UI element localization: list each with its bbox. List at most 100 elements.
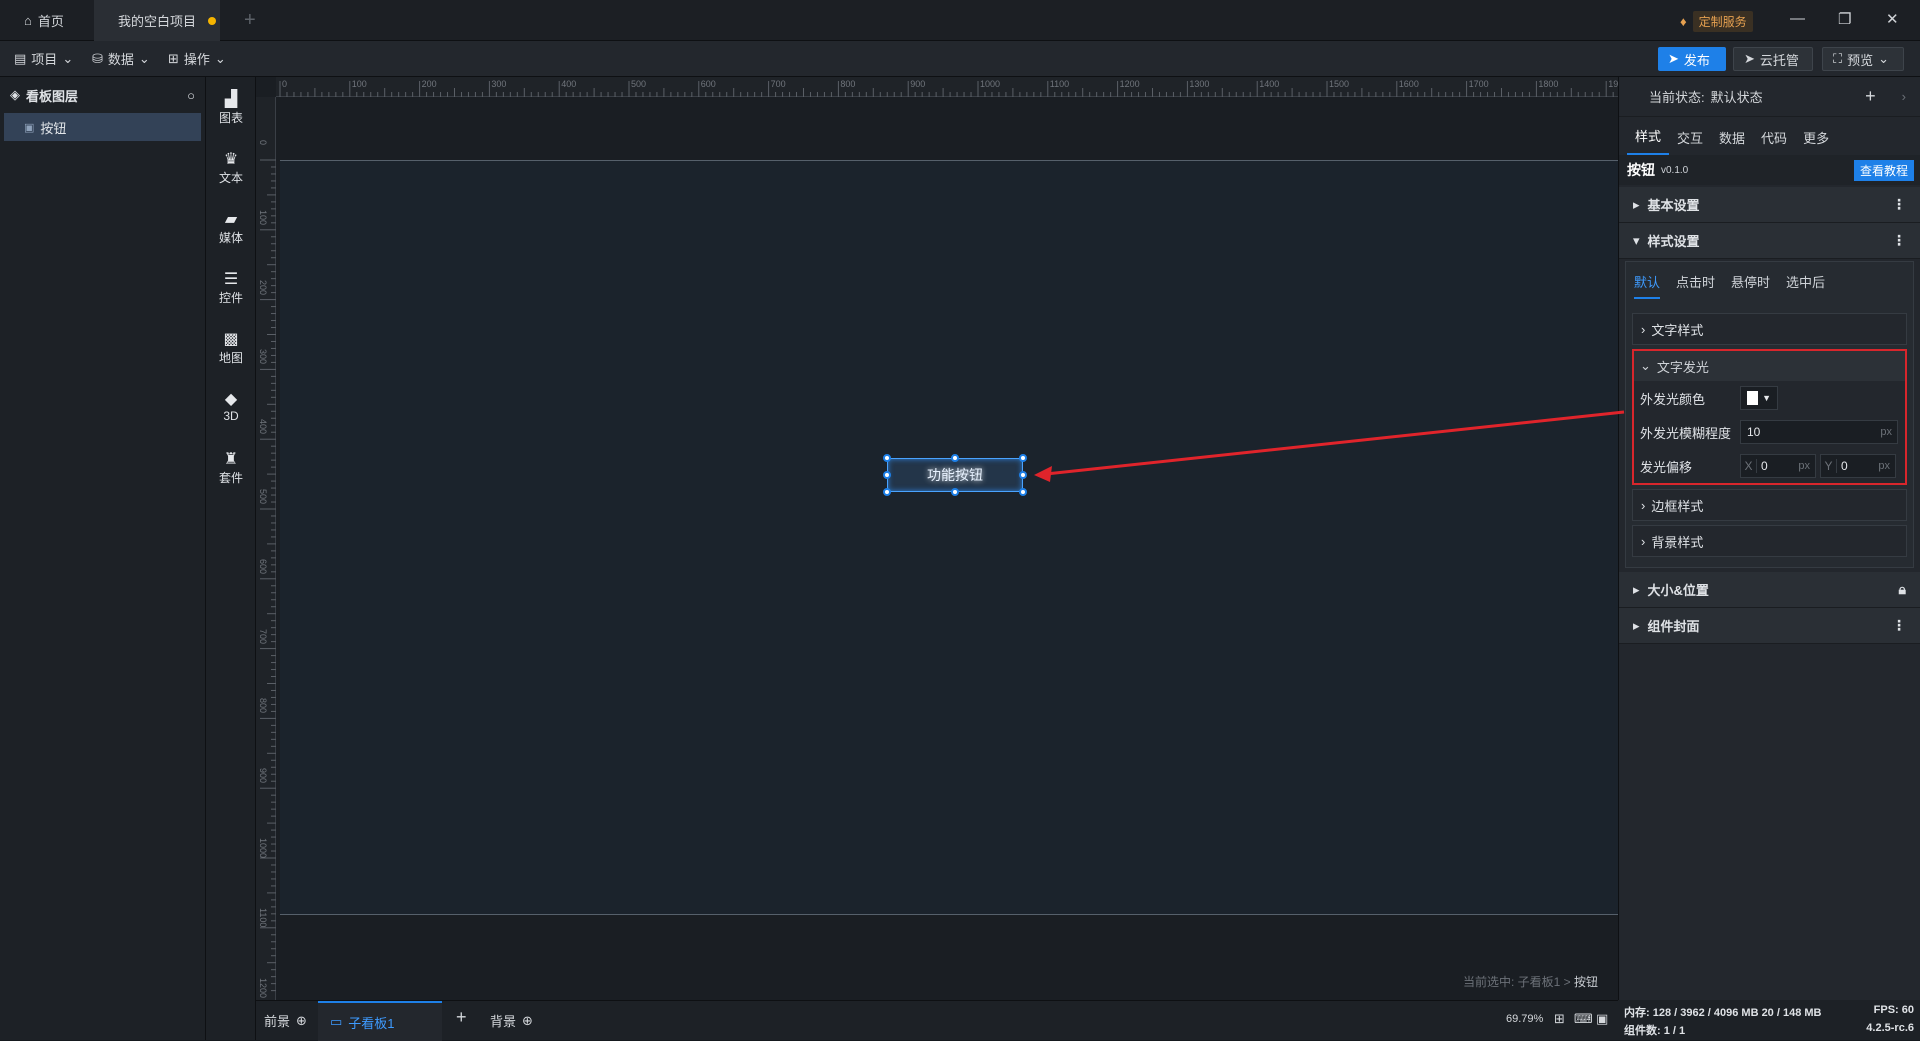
state-tab-hover[interactable]: 悬停时 — [1731, 272, 1770, 299]
sub-text-glow[interactable]: ⌄ 文字发光 — [1634, 351, 1905, 381]
selected-function-button[interactable]: 功能按钮 — [887, 458, 1023, 492]
ruler-top-label: 700 — [770, 79, 786, 89]
properties-panel: 当前状态: 默认状态 + › 样式 交互 数据 代码 更多 按钮 v0.1.0 … — [1618, 77, 1920, 1000]
rail-item-text[interactable]: ♛ 文本 — [206, 151, 256, 186]
lock-icon[interactable]: 🔒︎ — [1899, 581, 1906, 598]
search-icon[interactable]: ○ — [187, 88, 195, 103]
sub-bg-style[interactable]: › 背景样式 — [1632, 525, 1907, 557]
ruler-left-label: 700 — [258, 628, 268, 644]
more-vertical-icon[interactable]: ⋮ — [1892, 232, 1906, 249]
rail-item-kit[interactable]: ♜ 套件 — [206, 451, 256, 486]
add-board-icon[interactable]: + — [456, 1007, 467, 1028]
resize-handle[interactable] — [951, 454, 959, 462]
resize-handle[interactable] — [883, 471, 891, 479]
section-basic-label: 基本设置 — [1647, 198, 1700, 213]
custom-service-button[interactable]: ♦ 定制服务 — [1680, 10, 1753, 32]
caret-right-icon: ▸ — [1633, 196, 1640, 212]
component-name: 按钮 — [1627, 162, 1655, 178]
section-style[interactable]: ▾ 样式设置 ⋮ — [1619, 223, 1920, 259]
more-vertical-icon[interactable]: ⋮ — [1892, 617, 1906, 634]
keyboard-icon[interactable]: ⌨ — [1574, 1011, 1593, 1027]
state-tab-selected[interactable]: 选中后 — [1786, 272, 1825, 299]
ruler-left-label: 100 — [258, 209, 268, 225]
resize-handle[interactable] — [951, 488, 959, 496]
sub-text-style[interactable]: › 文字样式 — [1632, 313, 1907, 345]
glow-color-row: 外发光颜色 ▼ — [1634, 381, 1905, 415]
layers-panel: ◈ 看板图层 ○ ▣ 按钮 — [0, 77, 206, 1040]
tab-style[interactable]: 样式 — [1627, 126, 1670, 155]
preview-button[interactable]: ⛶ 预览 ⌄ — [1822, 47, 1904, 71]
component-count: 组件数: 1 / 1 — [1624, 1025, 1686, 1037]
rail-item-chart[interactable]: ▟ 图表 — [206, 91, 256, 126]
section-basic[interactable]: ▸ 基本设置 ⋮ — [1619, 187, 1920, 223]
glow-offset-y-input[interactable]: Y 0 px — [1820, 454, 1896, 478]
toolbar: ▤ 项目 ⌄ ⛁ 数据 ⌄ ⊞ 操作 ⌄ ➤ 发布 ➤ 云托管 ⛶ 预览 ⌄ — [0, 41, 1920, 77]
menu-data[interactable]: ⛁ 数据 ⌄ — [92, 49, 150, 68]
rail-item-map[interactable]: ▩ 地图 — [206, 331, 256, 366]
menu-project[interactable]: ▤ 项目 ⌄ — [14, 49, 73, 68]
state-value[interactable]: 默认状态 — [1711, 87, 1763, 106]
resize-handle[interactable] — [883, 488, 891, 496]
resize-handle[interactable] — [1019, 471, 1027, 479]
state-tab-default[interactable]: 默认 — [1634, 272, 1661, 299]
rail-item-control[interactable]: ☰ 控件 — [206, 271, 256, 306]
resize-handle[interactable] — [1019, 454, 1027, 462]
chevron-right-icon: › — [1641, 321, 1646, 337]
add-circle-icon[interactable]: ⊕ — [296, 1013, 307, 1029]
glow-color-label: 外发光颜色 — [1640, 391, 1706, 407]
section-cover[interactable]: ▸ 组件封面 ⋮ — [1619, 608, 1920, 644]
section-cover-label: 组件封面 — [1647, 619, 1700, 634]
rail-item-media[interactable]: ▰ 媒体 — [206, 211, 256, 246]
tab-data[interactable]: 数据 — [1711, 128, 1753, 155]
tutorial-button[interactable]: 查看教程 — [1853, 160, 1914, 181]
section-size-position[interactable]: ▸ 大小&位置 🔒︎ — [1619, 572, 1920, 608]
title-bar: ⌂ 首页 我的空白项目 + ♦ 定制服务 — ❐ ✕ — [0, 0, 1920, 41]
layer-item-button[interactable]: ▣ 按钮 — [4, 113, 201, 141]
restore-icon[interactable]: ❐ — [1838, 10, 1851, 28]
tab-more[interactable]: 更多 — [1795, 128, 1837, 155]
resize-handle[interactable] — [1019, 488, 1027, 496]
tab-project[interactable]: 我的空白项目 — [94, 0, 220, 41]
cloud-host-button[interactable]: ➤ 云托管 — [1733, 47, 1813, 71]
rail-item-3d[interactable]: ◆ 3D — [206, 391, 256, 423]
ruler-left-label: 300 — [258, 349, 268, 365]
minimize-icon[interactable]: — — [1790, 10, 1805, 27]
add-circle-icon[interactable]: ⊕ — [522, 1013, 533, 1029]
tab-foreground[interactable]: 前景 ⊕ — [264, 1011, 307, 1030]
ruler-left-ticks — [260, 159, 276, 992]
glow-blur-label: 外发光模糊程度 — [1640, 425, 1732, 441]
tab-background[interactable]: 背景 ⊕ — [490, 1011, 533, 1030]
state-tab-click[interactable]: 点击时 — [1676, 272, 1715, 299]
sub-border-style[interactable]: › 边框样式 — [1632, 489, 1907, 521]
ruler-left-label: 1200 — [258, 977, 268, 998]
tab-home[interactable]: ⌂ 首页 — [24, 0, 94, 41]
board-area[interactable] — [280, 160, 1618, 915]
glow-blur-input[interactable]: 10 px — [1740, 420, 1898, 444]
chevron-right-icon[interactable]: › — [1902, 89, 1906, 104]
glow-offset-row: 发光偏移 X 0 px Y 0 px — [1634, 449, 1905, 483]
fit-screen-icon[interactable]: ⊞ — [1554, 1011, 1565, 1027]
glow-color-picker[interactable]: ▼ — [1740, 386, 1778, 410]
breadcrumb-prefix: 当前选中: 子看板1 > — [1462, 975, 1574, 989]
ruler-top[interactable]: 0 100 200 300 400 500 600 700 800 900 1000 1100 1200… — [276, 77, 1618, 97]
canvas-area[interactable]: 0 100 200 300 400 500 600 700 800 900 1000 1100 1200… — [256, 77, 1618, 1000]
close-icon[interactable]: ✕ — [1886, 10, 1899, 28]
zoom-level[interactable]: 69.79% — [1506, 1013, 1543, 1025]
publish-button[interactable]: ➤ 发布 — [1658, 47, 1726, 71]
ruler-left[interactable]: 0 100 200 300 400 500 600 700 800 900 1000 1100 1200 — [256, 97, 276, 1000]
glow-offset-x-input[interactable]: X 0 px — [1740, 454, 1816, 478]
grid-icon: ⊞ — [168, 50, 179, 66]
tab-code[interactable]: 代码 — [1753, 128, 1795, 155]
resize-handle[interactable] — [883, 454, 891, 462]
more-vertical-icon[interactable]: ⋮ — [1892, 196, 1906, 213]
sub-bg-style-label: 背景样式 — [1651, 534, 1704, 550]
add-tab-button[interactable]: + — [244, 0, 256, 41]
tab-home-label: 首页 — [37, 14, 64, 29]
tab-sub-board[interactable]: ▭ 子看板1 — [318, 1001, 442, 1041]
terminal-icon[interactable]: ▣ — [1596, 1011, 1608, 1027]
state-tabs: 默认 点击时 悬停时 选中后 — [1626, 262, 1913, 309]
glow-offset-label: 发光偏移 — [1640, 459, 1693, 475]
add-state-icon[interactable]: + — [1865, 86, 1876, 107]
tab-interaction[interactable]: 交互 — [1669, 128, 1711, 155]
menu-operate[interactable]: ⊞ 操作 ⌄ — [168, 49, 226, 68]
